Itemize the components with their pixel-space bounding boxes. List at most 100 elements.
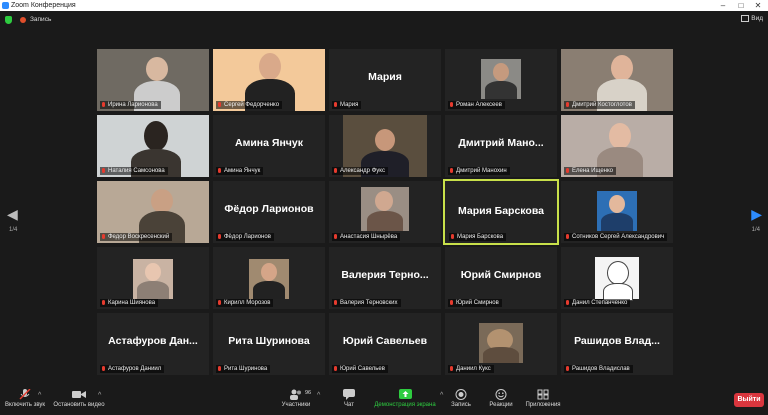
participant-tile[interactable]: Дмитрий Мано... Дмитрий Манохин <box>445 115 557 177</box>
muted-mic-icon <box>334 300 337 305</box>
participant-tile[interactable]: Елена Ищенко <box>561 115 673 177</box>
participant-name: Федор Воскресенский <box>100 233 173 241</box>
reactions-smile-icon <box>495 389 507 400</box>
participant-display-name: Юрий Смирнов <box>460 269 542 281</box>
participant-tile[interactable]: Мария Мария <box>329 49 441 111</box>
participant-tile[interactable]: Фёдор Ларионов Фёдор Ларионов <box>213 181 325 243</box>
participant-name: Роман Алексеев <box>448 101 505 109</box>
participant-tile[interactable]: Юрий Савельев Юрий Савельев <box>329 313 441 375</box>
view-button[interactable]: Вид <box>741 15 763 22</box>
participant-name: Александр Фукс <box>332 167 388 175</box>
participant-tile[interactable]: Александр Фукс <box>329 115 441 177</box>
muted-mic-icon <box>451 234 454 239</box>
participant-name: Елена Ищенко <box>564 167 617 175</box>
participant-tile[interactable]: Федор Воскресенский <box>97 181 209 243</box>
video-camera-icon <box>72 391 86 398</box>
participant-name: Юрий Смирнов <box>448 299 502 307</box>
participant-display-name: Фёдор Ларионов <box>224 203 314 215</box>
participants-options-chevron-icon[interactable]: ^ <box>317 392 320 399</box>
participant-display-name: Дмитрий Мано... <box>458 137 544 149</box>
participant-tile[interactable]: Ирина Ларионова <box>97 49 209 111</box>
participant-tile[interactable]: Карина Шиянова <box>97 247 209 309</box>
apps-icon <box>537 389 549 400</box>
participant-tile[interactable]: Астафуров Дан... Астафуров Даниил <box>97 313 209 375</box>
muted-mic-icon <box>102 234 105 239</box>
participant-tile[interactable]: Сотников Сергей Александрович <box>561 181 673 243</box>
close-icon[interactable]: ✕ <box>751 0 765 11</box>
muted-mic-icon <box>566 366 569 371</box>
next-page-arrow-icon[interactable]: ▶ <box>751 206 762 223</box>
video-feed <box>133 259 173 299</box>
participant-tile[interactable]: Даниил Кукс <box>445 313 557 375</box>
muted-mic-icon <box>102 168 105 173</box>
prev-page-arrow-icon[interactable]: ◀ <box>7 206 18 223</box>
chat-button[interactable]: Чат <box>336 386 362 408</box>
apps-button[interactable]: Приложения <box>522 386 564 408</box>
recording-label: Запись <box>30 16 52 23</box>
apps-label: Приложения <box>525 402 561 408</box>
share-screen-icon <box>398 389 412 399</box>
participant-tile[interactable]: Наталия Самсонова <box>97 115 209 177</box>
participant-tile[interactable]: Данил Степанченко <box>561 247 673 309</box>
participant-name: Сергей Федорченко <box>216 101 283 109</box>
participant-tile[interactable]: Рашидов Влад... Рашидов Владислав <box>561 313 673 375</box>
video-feed <box>249 259 289 299</box>
record-button[interactable]: Запись <box>448 386 474 408</box>
participant-name: Анастасия Шнырёва <box>332 233 401 241</box>
participant-display-name: Рашидов Влад... <box>574 335 660 347</box>
title-bar: Zoom Конференция – □ ✕ <box>0 0 768 11</box>
muted-mic-icon <box>218 234 221 239</box>
participant-display-name: Валерия Терно... <box>341 269 429 281</box>
video-feed <box>595 257 639 301</box>
maximize-icon[interactable]: □ <box>734 0 748 11</box>
participant-name: Кирилл Морозов <box>216 299 274 307</box>
reactions-button[interactable]: Реакции <box>486 386 516 408</box>
participant-tile[interactable]: Анастасия Шнырёва <box>329 181 441 243</box>
chat-bubble-icon <box>343 389 355 400</box>
participant-name: Дмитрий Манохин <box>448 167 510 175</box>
share-options-chevron-icon[interactable]: ^ <box>440 392 443 399</box>
participant-name: Карина Шиянова <box>100 299 159 307</box>
record-label: Запись <box>451 402 471 408</box>
participant-tile[interactable]: Сергей Федорченко <box>213 49 325 111</box>
participants-label: Участники <box>281 402 311 408</box>
participant-tile[interactable]: Роман Алексеев <box>445 49 557 111</box>
participant-display-name: Мария <box>368 71 402 83</box>
video-feed <box>481 59 521 99</box>
participant-name: Сотников Сергей Александрович <box>564 233 668 241</box>
participant-name: Рита Шуринова <box>216 365 271 373</box>
video-feed <box>597 191 637 231</box>
meeting-toolbar: Включить звук ^ Остановить видео ^ Участ… <box>0 386 768 415</box>
muted-mic-icon <box>102 102 105 107</box>
leave-meeting-button[interactable]: Выйти <box>734 393 764 407</box>
participant-tile[interactable]: Амина Янчук Амина Янчук <box>213 115 325 177</box>
participant-display-name: Юрий Савельев <box>342 335 428 347</box>
audio-options-chevron-icon[interactable]: ^ <box>38 392 41 399</box>
participant-tile[interactable]: Дмитрий Костоглотов <box>561 49 673 111</box>
participant-display-name: Рита Шуринова <box>228 335 310 347</box>
video-options-chevron-icon[interactable]: ^ <box>98 392 101 399</box>
participant-name: Валерия Терновских <box>332 299 401 307</box>
muted-mic-icon <box>218 168 221 173</box>
participant-tile-active-speaker[interactable]: Мария Барскова Мария Барскова <box>443 179 559 245</box>
share-screen-button[interactable]: Демонстрация экрана <box>370 386 440 408</box>
muted-mic-icon <box>218 300 221 305</box>
participants-icon <box>290 389 301 400</box>
grid-view-icon <box>741 15 750 22</box>
participant-display-name: Амина Янчук <box>235 137 303 149</box>
security-shield-icon[interactable] <box>5 16 12 24</box>
muted-mic-icon <box>218 366 221 371</box>
page-indicator-right: 1/4 <box>751 227 760 233</box>
participant-name: Амина Янчук <box>216 167 264 175</box>
participant-tile[interactable]: Рита Шуринова Рита Шуринова <box>213 313 325 375</box>
participant-tile[interactable]: Валерия Терно... Валерия Терновских <box>329 247 441 309</box>
muted-microphone-icon <box>19 389 31 400</box>
participant-tile[interactable]: Юрий Смирнов Юрий Смирнов <box>445 247 557 309</box>
minimize-icon[interactable]: – <box>716 0 730 11</box>
video-feed <box>361 187 409 231</box>
participant-name: Наталия Самсонова <box>100 167 168 175</box>
participant-name: Фёдор Ларионов <box>216 233 274 241</box>
participant-tile[interactable]: Кирилл Морозов <box>213 247 325 309</box>
window-title: Zoom Конференция <box>11 2 76 9</box>
participant-name: Юрий Савельев <box>332 365 388 373</box>
